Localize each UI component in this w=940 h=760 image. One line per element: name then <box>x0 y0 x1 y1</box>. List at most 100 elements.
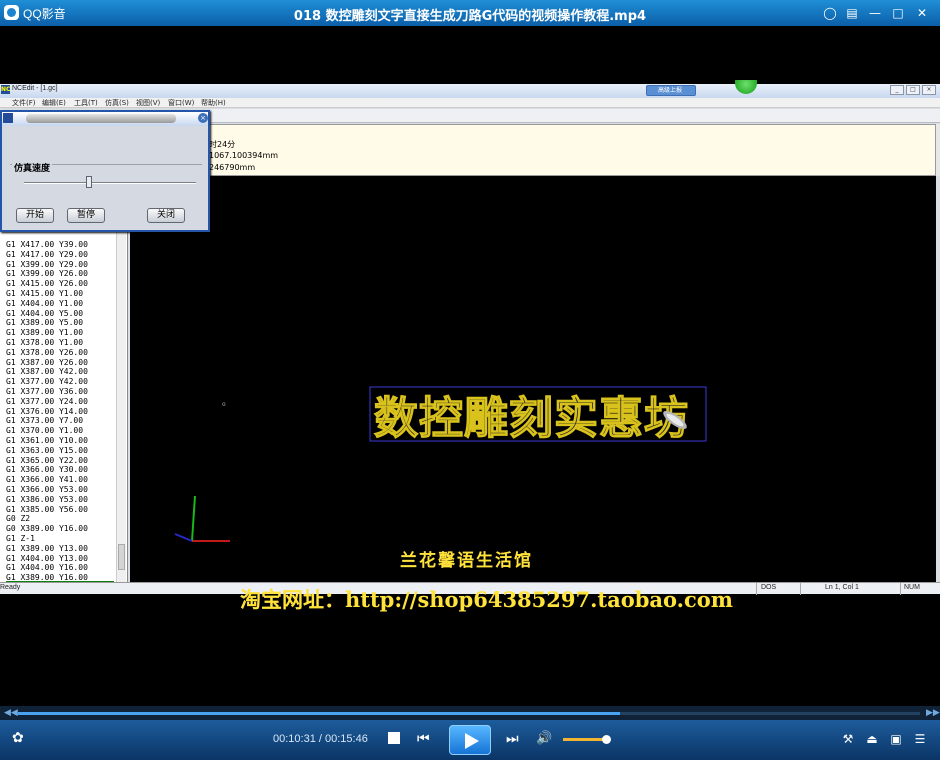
time-separator: / <box>315 733 325 745</box>
origin-marker: o <box>222 401 226 408</box>
menu-icon[interactable]: ▤ <box>843 4 861 22</box>
qq-player-window: QQ影音 018 数控雕刻文字直接生成刀路G代码的视频操作教程.mp4 ◯ ▤ … <box>0 0 940 760</box>
volume-icon[interactable]: 🔊 <box>536 730 552 748</box>
gcode-line[interactable]: G1 X365.00 Y22.00 <box>6 456 88 466</box>
green-ball-icon[interactable] <box>735 80 757 94</box>
volume-slider[interactable] <box>563 738 607 741</box>
stop-icon[interactable] <box>388 732 400 744</box>
caption-shop-name: 兰花馨语生活馆 <box>400 551 533 571</box>
status-num-box: NUM <box>900 583 940 595</box>
engraved-text: 数控雕刻实惠坊 <box>374 393 689 444</box>
ncedit-close-icon[interactable]: × <box>922 85 936 95</box>
ncedit-maximize-icon[interactable]: □ <box>906 85 920 95</box>
gcode-line[interactable]: G1 X366.00 Y41.00 <box>6 475 88 485</box>
menu-help[interactable]: 帮助(H) <box>201 98 226 108</box>
gcode-line[interactable]: G1 X415.00 Y1.00 <box>6 289 83 299</box>
play-button[interactable] <box>449 725 491 755</box>
player-titlebar: QQ影音 018 数控雕刻文字直接生成刀路G代码的视频操作教程.mp4 ◯ ▤ … <box>0 0 940 26</box>
gcode-scroll-thumb[interactable] <box>118 544 125 570</box>
menu-tools[interactable]: 工具(T) <box>74 98 98 108</box>
tools-icon[interactable]: ⚒ <box>838 730 858 748</box>
maximize-icon[interactable]: □ <box>889 4 907 22</box>
sim-speed-slider-thumb[interactable] <box>85 176 92 188</box>
info-line-distance: 246790mm <box>209 163 256 172</box>
ncedit-badge[interactable]: 高级上报 <box>646 85 696 96</box>
menu-view[interactable]: 视图(V) <box>136 98 160 108</box>
toolpath-svg: 数控雕刻实惠坊 o <box>174 386 707 542</box>
sim-close-button[interactable]: 关闭 <box>147 208 185 223</box>
gcode-line[interactable]: G1 X399.00 Y29.00 <box>6 260 88 270</box>
volume-slider-thumb[interactable] <box>602 735 611 744</box>
sim-speed-slider[interactable] <box>24 182 196 184</box>
seek-bar[interactable]: ◀◀ ▶▶ <box>0 706 940 720</box>
screen-icon[interactable]: ▣ <box>886 730 906 748</box>
gcode-line[interactable]: G1 X389.00 Y1.00 <box>6 328 83 338</box>
sim-dialog-close-icon[interactable]: × <box>198 113 208 123</box>
gcode-line[interactable]: G1 X377.00 Y42.00 <box>6 377 88 387</box>
gcode-line[interactable]: G1 X399.00 Y26.00 <box>6 269 88 279</box>
gcode-line[interactable]: G1 X404.00 Y16.00 <box>6 563 88 573</box>
sim-dialog-title-field <box>26 114 176 123</box>
gcode-line[interactable]: G1 X378.00 Y26.00 <box>6 348 88 358</box>
gcode-line[interactable]: G1 X404.00 Y5.00 <box>6 309 83 319</box>
sim-dialog-titlebar: × <box>2 112 208 126</box>
status-num: NUM <box>904 584 920 591</box>
gcode-line[interactable]: G1 X385.00 Y56.00 <box>6 505 88 515</box>
previous-icon[interactable]: ⏮ <box>417 730 430 748</box>
gcode-line[interactable]: G1 X361.00 Y10.00 <box>6 436 88 446</box>
sim-speed-label: 仿真速度 <box>12 161 53 174</box>
status-dos: DOS <box>761 584 777 591</box>
skin-icon[interactable]: ◯ <box>821 4 839 22</box>
seek-forward-icon[interactable]: ▶▶ <box>926 708 940 718</box>
gcode-line[interactable]: G1 X417.00 Y39.00 <box>6 240 88 250</box>
qq-player-logo-icon <box>4 5 19 20</box>
gcode-line[interactable]: G1 X370.00 Y1.00 <box>6 426 83 436</box>
sim-speed-dialog: × 仿真速度 开始 暂停 关闭 <box>0 110 210 232</box>
gcode-line[interactable]: G1 X373.00 Y7.00 <box>6 416 83 426</box>
menu-simulate[interactable]: 仿真(S) <box>105 98 129 108</box>
gcode-line[interactable]: G1 X366.00 Y30.00 <box>6 465 88 475</box>
gcode-line[interactable]: G1 X404.00 Y13.00 <box>6 554 88 564</box>
next-icon[interactable]: ⏭ <box>506 730 519 748</box>
gcode-line[interactable]: G1 X387.00 Y26.00 <box>6 358 88 368</box>
player-app-name: QQ影音 <box>23 7 66 21</box>
gcode-line[interactable]: G1 X376.00 Y14.00 <box>6 407 88 417</box>
footprint-icon[interactable]: ✿ <box>12 730 24 746</box>
gcode-line[interactable]: G1 Z-1 <box>6 534 35 544</box>
current-time: 00:10:31 <box>273 733 316 745</box>
gcode-line[interactable]: G0 X389.00 Y16.00 <box>6 524 88 534</box>
caption-shop-url: 淘宝网址：http://shop64385297.taobao.com <box>240 587 733 612</box>
menu-window[interactable]: 窗口(W) <box>168 98 194 108</box>
seek-back-icon[interactable]: ◀◀ <box>4 708 18 718</box>
menu-edit[interactable]: 编辑(E) <box>42 98 66 108</box>
gcode-line[interactable]: G1 X387.00 Y42.00 <box>6 367 88 377</box>
gcode-line[interactable]: G1 X377.00 Y24.00 <box>6 397 88 407</box>
close-icon[interactable]: ✕ <box>913 4 931 22</box>
toolpath-canvas[interactable]: 数控雕刻实惠坊 o <box>130 176 936 582</box>
gcode-line[interactable]: G1 X417.00 Y29.00 <box>6 250 88 260</box>
ncedit-minimize-icon[interactable]: _ <box>890 85 904 95</box>
minimize-icon[interactable]: — <box>866 4 884 22</box>
seek-progress[interactable] <box>18 712 620 715</box>
gcode-line[interactable]: G1 X415.00 Y26.00 <box>6 279 88 289</box>
gcode-line[interactable]: G0 Z2 <box>6 514 30 524</box>
gcode-line[interactable]: G1 X389.00 Y5.00 <box>6 318 83 328</box>
sim-start-button[interactable]: 开始 <box>16 208 54 223</box>
total-time: 00:15:46 <box>325 733 368 745</box>
ncedit-info-panel: 时24分 1067.100394mm 246790mm <box>130 124 936 176</box>
menu-file[interactable]: 文件(F) <box>12 98 36 108</box>
info-scrollbar[interactable] <box>936 124 940 176</box>
info-line-length: 1067.100394mm <box>209 151 279 160</box>
gcode-line[interactable]: G1 X404.00 Y1.00 <box>6 299 83 309</box>
gcode-line[interactable]: G1 X389.00 Y13.00 <box>6 544 88 554</box>
sim-dialog-icon <box>3 113 13 123</box>
gcode-line[interactable]: G1 X363.00 Y15.00 <box>6 446 88 456</box>
gcode-line[interactable]: G1 X377.00 Y36.00 <box>6 387 88 397</box>
gcode-line[interactable]: G1 X378.00 Y1.00 <box>6 338 83 348</box>
gcode-line[interactable]: G1 X366.00 Y53.00 <box>6 485 88 495</box>
gcode-line[interactable]: G1 X386.00 Y53.00 <box>6 495 88 505</box>
sim-pause-button[interactable]: 暂停 <box>67 208 105 223</box>
play-icon <box>465 733 479 749</box>
eject-icon[interactable]: ⏏ <box>862 730 882 748</box>
playlist-icon[interactable]: ☰ <box>910 730 930 748</box>
